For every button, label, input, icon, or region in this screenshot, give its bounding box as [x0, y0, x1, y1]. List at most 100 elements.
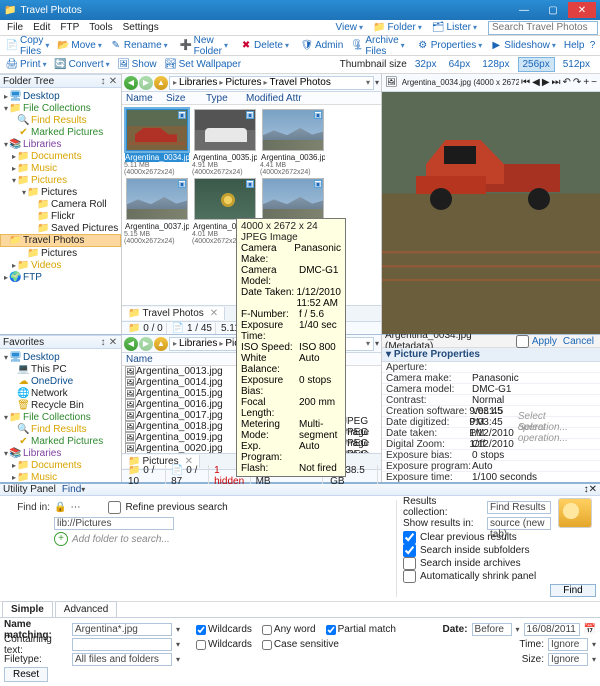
opt-check[interactable]: [403, 570, 416, 583]
find-path-input[interactable]: [54, 517, 174, 530]
copy-files-button[interactable]: 📄Copy Files▾: [2, 34, 53, 58]
rotate-right[interactable]: ↷: [573, 77, 581, 88]
tree-node-pictures[interactable]: ▾📁Pictures: [0, 174, 121, 186]
util-mode[interactable]: Find: [62, 484, 81, 495]
tree-node-saved-pictures[interactable]: 📁Saved Pictures: [0, 222, 121, 234]
opt-check[interactable]: [403, 531, 416, 544]
opt-check[interactable]: [403, 557, 416, 570]
prev-last[interactable]: ⏭: [552, 77, 561, 88]
apply-button[interactable]: Apply: [529, 336, 560, 347]
close-button[interactable]: ✕: [568, 2, 596, 18]
date-input[interactable]: [524, 623, 580, 636]
preview-image[interactable]: [382, 92, 600, 334]
size-mode[interactable]: Ignore: [548, 653, 588, 666]
meta-row[interactable]: Contrast:Normal: [382, 395, 600, 406]
archive-button[interactable]: 🗜Archive Files▾: [347, 34, 408, 58]
case-check[interactable]: [262, 640, 272, 650]
search-input[interactable]: [488, 21, 598, 35]
move-button[interactable]: 📂Move▾: [53, 39, 105, 53]
date-mode[interactable]: Before: [472, 623, 512, 636]
tree-node-libraries[interactable]: ▾📚Libraries: [0, 447, 121, 459]
favorites-tree[interactable]: ▾🖥Desktop💻This PC☁OneDrive🌐Network🗑Recyc…: [0, 349, 121, 482]
tree-node-pictures[interactable]: 📁Pictures: [0, 247, 121, 259]
thumbnail[interactable]: ▣Argentina_0037.jpg5.15 MB (4000x2672x24…: [124, 178, 190, 245]
meta-row[interactable]: Exposure bias:0 stops: [382, 450, 600, 461]
tree-node-marked-pictures[interactable]: ✔Marked Pictures: [0, 126, 121, 138]
date-picker-icon[interactable]: 📅: [584, 624, 596, 635]
help-button[interactable]: Help?: [560, 39, 600, 53]
tree-node-flickr[interactable]: 📁Flickr: [0, 210, 121, 222]
tab-travel-photos[interactable]: 📁Travel Photos✕: [122, 307, 225, 320]
meta-group-header[interactable]: ▾ Picture Properties: [382, 348, 600, 362]
tab-advanced[interactable]: Advanced: [55, 601, 117, 617]
prev-next[interactable]: ▶: [542, 77, 550, 88]
delete-button[interactable]: ✖Delete▾: [236, 39, 293, 53]
meta-row[interactable]: Digital Zoom:Off: [382, 439, 600, 450]
tree-node-onedrive[interactable]: ☁OneDrive: [0, 375, 121, 387]
breadcrumb-menu[interactable]: ▾: [375, 78, 379, 87]
tree-node-desktop[interactable]: ▾🖥Desktop: [0, 351, 121, 363]
tree-node-documents[interactable]: ▸📁Documents: [0, 459, 121, 471]
menu-folder[interactable]: 📁Folder▾: [368, 21, 427, 34]
slideshow-button[interactable]: ▶Slideshow▾: [486, 39, 560, 53]
convert-button[interactable]: 🔄Convert▾: [51, 58, 114, 72]
find-button[interactable]: Find: [550, 584, 596, 597]
tree-node-libraries[interactable]: ▾📚Libraries: [0, 138, 121, 150]
tree-node-music[interactable]: ▸📁Music: [0, 471, 121, 482]
prev-first[interactable]: ⏮: [521, 77, 530, 88]
partial-check[interactable]: [326, 625, 336, 635]
nav-forward[interactable]: ▶: [139, 76, 153, 90]
meta-row[interactable]: Camera make:Panasonic: [382, 373, 600, 384]
size-64[interactable]: 64px: [445, 58, 475, 71]
menu-ftp[interactable]: FTP: [55, 21, 84, 34]
tree-node-music[interactable]: ▸📁Music: [0, 162, 121, 174]
menu-view[interactable]: View▾: [330, 21, 368, 34]
tab-simple[interactable]: Simple: [2, 601, 53, 617]
tree-node-recycle-bin[interactable]: 🗑Recycle Bin: [0, 399, 121, 411]
maximize-button[interactable]: ▢: [539, 2, 567, 18]
tree-node-documents[interactable]: ▸📁Documents: [0, 150, 121, 162]
meta-row[interactable]: Date taken:9:03:45 PM 1/12/2010Select op…: [382, 428, 600, 439]
nav-up-2[interactable]: ▲: [154, 337, 168, 351]
breadcrumb-menu-2[interactable]: ▾: [375, 339, 379, 348]
thumbnail[interactable]: ▣Argentina_0036.jpg4.41 MB (4000x2672x24…: [260, 109, 326, 176]
thumbnail[interactable]: ▣Argentina_0035.jpg4.91 MB (4000x2672x24…: [192, 109, 258, 176]
tree-node-file-collections[interactable]: ▾📁File Collections: [0, 411, 121, 423]
anyword-check[interactable]: [262, 625, 272, 635]
zoom-in[interactable]: +: [583, 77, 589, 88]
zoom-out[interactable]: −: [591, 77, 597, 88]
wallpaper-button[interactable]: 🏞Set Wallpaper: [161, 58, 245, 72]
tree-node-videos[interactable]: ▸📁Videos: [0, 259, 121, 271]
refine-check[interactable]: [108, 501, 121, 514]
meta-row[interactable]: Exposure program:Auto: [382, 461, 600, 472]
wildcards2-check[interactable]: [196, 640, 206, 650]
tree-node-camera-roll[interactable]: 📁Camera Roll: [0, 198, 121, 210]
meta-row[interactable]: Camera model:DMC-G1: [382, 384, 600, 395]
prev-prev[interactable]: ◀: [532, 77, 540, 88]
filetype-select[interactable]: All files and folders: [72, 653, 172, 666]
tree-node-marked-pictures[interactable]: ✔Marked Pictures: [0, 435, 121, 447]
rotate-left[interactable]: ↶: [563, 77, 571, 88]
tree-node-travel-photos[interactable]: 📁Travel Photos: [0, 234, 121, 247]
show-button[interactable]: 🖼Show: [114, 58, 161, 72]
breadcrumb[interactable]: ▸Libraries ▸Pictures ▸Travel Photos ▾: [169, 76, 374, 90]
tree-node-find-results[interactable]: 🔍Find Results: [0, 114, 121, 126]
print-button[interactable]: 🖨Print▾: [2, 58, 51, 72]
menu-lister[interactable]: 🗂Lister▾: [427, 21, 482, 34]
nav-up[interactable]: ▲: [154, 76, 168, 90]
wildcards-check[interactable]: [196, 625, 206, 635]
size-32[interactable]: 32px: [411, 58, 441, 71]
add-folder-button[interactable]: +: [54, 532, 68, 546]
results-collection-select[interactable]: Find Results: [487, 501, 551, 514]
minimize-button[interactable]: —: [510, 2, 538, 18]
name-matching-input[interactable]: [72, 623, 172, 636]
nav-back-2[interactable]: ◀: [124, 337, 138, 351]
tree-node-ftp[interactable]: ▸🌍FTP: [0, 271, 121, 283]
tree-node-file-collections[interactable]: ▾📁File Collections: [0, 102, 121, 114]
tree-node-this-pc[interactable]: 💻This PC: [0, 363, 121, 375]
close-pane-x[interactable]: ✕: [108, 76, 118, 87]
rename-button[interactable]: ✎Rename▾: [106, 39, 172, 53]
properties-button[interactable]: ⚙Properties▾: [413, 39, 487, 53]
tree-node-desktop[interactable]: ▸🖥Desktop: [0, 90, 121, 102]
show-in-select[interactable]: source (new tab): [487, 517, 551, 530]
